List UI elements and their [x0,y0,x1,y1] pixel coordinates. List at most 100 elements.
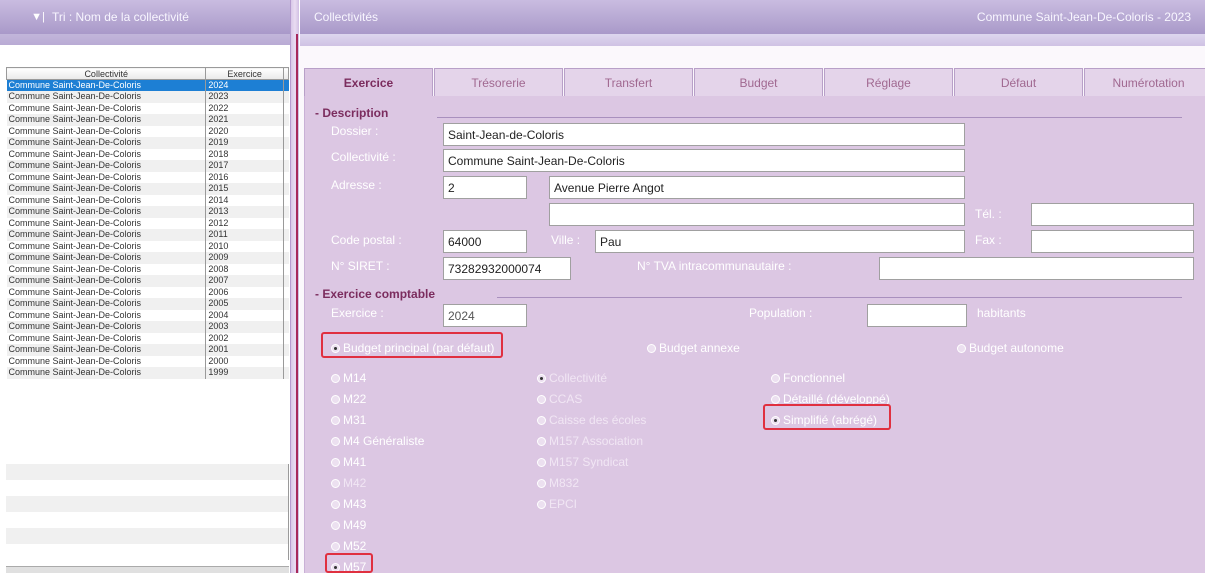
table-row[interactable]: Commune Saint-Jean-De-Coloris 2022 [6,102,289,114]
radio-fonctionnel[interactable]: Fonctionnel [771,371,845,385]
cell-collectivite: Commune Saint-Jean-De-Coloris [6,194,207,206]
cell-exercice: 2020 [205,125,284,137]
table-row[interactable]: Commune Saint-Jean-De-Coloris 2005 [6,298,289,310]
ville-input[interactable]: Pau [595,230,965,253]
table-row[interactable]: Commune Saint-Jean-De-Coloris 2015 [6,183,289,195]
radio-m14[interactable]: M14 [331,371,366,385]
cell-collectivite: Commune Saint-Jean-De-Coloris [6,275,207,287]
divider-accent [296,34,298,573]
adresse-line2-input[interactable] [549,203,965,226]
cell-exercice: 2023 [205,91,284,103]
radio-m52[interactable]: M52 [331,539,366,553]
tab-transfert[interactable]: Transfert [564,68,693,96]
sort-dropdown-icon[interactable]: ▼| [28,7,48,27]
cell-collectivite: Commune Saint-Jean-De-Coloris [6,160,207,172]
tab-reglage[interactable]: Réglage [824,68,953,96]
cell-collectivite: Commune Saint-Jean-De-Coloris [6,91,207,103]
column-header-exercice[interactable]: Exercice [205,67,284,80]
table-row[interactable]: Commune Saint-Jean-De-Coloris 2004 [6,309,289,321]
radio-m157-association[interactable]: M157 Association [537,434,643,448]
table-row[interactable]: Commune Saint-Jean-De-Coloris 2003 [6,321,289,333]
radio-m49[interactable]: M49 [331,518,366,532]
tab-budget[interactable]: Budget [694,68,823,96]
tab-exercice[interactable]: Exercice [304,68,433,96]
table-row[interactable]: Commune Saint-Jean-De-Coloris 2009 [6,252,289,264]
cell-exercice: 2002 [205,332,284,344]
table-row[interactable]: Commune Saint-Jean-De-Coloris 2023 [6,91,289,103]
radio-m832[interactable]: M832 [537,476,579,490]
radio-m42[interactable]: M42 [331,476,366,490]
fax-input[interactable] [1031,230,1194,253]
table-row[interactable]: Commune Saint-Jean-De-Coloris 1999 [6,367,289,379]
cell-exercice: 2022 [205,102,284,114]
table-row[interactable]: Commune Saint-Jean-De-Coloris 2019 [6,137,289,149]
cell-exercice: 2000 [205,355,284,367]
cell-extra [283,160,289,172]
table-row[interactable]: Commune Saint-Jean-De-Coloris 2011 [6,229,289,241]
tel-input[interactable] [1031,203,1194,226]
horizontal-scrollbar[interactable] [6,566,289,573]
tab-tresorerie[interactable]: Trésorerie [434,68,563,96]
radio-m41[interactable]: M41 [331,455,366,469]
cell-extra [283,102,289,114]
table-row[interactable]: Commune Saint-Jean-De-Coloris 2021 [6,114,289,126]
table-row[interactable]: Commune Saint-Jean-De-Coloris 2010 [6,240,289,252]
radio-m31[interactable]: M31 [331,413,366,427]
cell-exercice: 2010 [205,240,284,252]
radio-m4-generaliste[interactable]: M4 Généraliste [331,434,424,448]
table-row[interactable]: Commune Saint-Jean-De-Coloris 2006 [6,286,289,298]
cell-collectivite: Commune Saint-Jean-De-Coloris [6,252,207,264]
tva-input[interactable] [879,257,1194,280]
cell-collectivite: Commune Saint-Jean-De-Coloris [6,137,207,149]
cell-exercice: 2006 [205,286,284,298]
collectivite-input[interactable]: Commune Saint-Jean-De-Coloris [443,149,965,172]
exercice-input[interactable]: 2024 [443,304,527,327]
adresse-num-input[interactable]: 2 [443,176,527,199]
radio-collectivite[interactable]: Collectivité [537,371,607,385]
table-row[interactable]: Commune Saint-Jean-De-Coloris 2000 [6,355,289,367]
table-row[interactable]: Commune Saint-Jean-De-Coloris 2024 [6,79,289,91]
siret-input[interactable]: 73282932000074 [443,257,571,280]
cell-exercice: 2003 [205,321,284,333]
table-row[interactable]: Commune Saint-Jean-De-Coloris 2020 [6,125,289,137]
cell-extra [283,137,289,149]
table-row[interactable]: Commune Saint-Jean-De-Coloris 2016 [6,171,289,183]
adresse-voie-input[interactable]: Avenue Pierre Angot [549,176,965,199]
cell-extra [283,355,289,367]
cell-extra [283,171,289,183]
cell-exercice: 2014 [205,194,284,206]
page-title: Collectivités [314,10,379,24]
radio-epci[interactable]: EPCI [537,497,577,511]
cell-collectivite: Commune Saint-Jean-De-Coloris [6,79,207,91]
section-line [437,117,1182,118]
radio-m22[interactable]: M22 [331,392,366,406]
table-row[interactable]: Commune Saint-Jean-De-Coloris 2014 [6,194,289,206]
radio-m157-syndicat[interactable]: M157 Syndicat [537,455,628,469]
cp-input[interactable]: 64000 [443,230,527,253]
table-row[interactable]: Commune Saint-Jean-De-Coloris 2008 [6,263,289,275]
cell-exercice: 2019 [205,137,284,149]
table-row[interactable]: Commune Saint-Jean-De-Coloris 2007 [6,275,289,287]
tab-numerotation[interactable]: Numérotation [1084,68,1205,96]
column-header-collectivite[interactable]: Collectivité [5,67,207,80]
fax-label: Fax : [975,233,1002,247]
table-row[interactable]: Commune Saint-Jean-De-Coloris 2002 [6,332,289,344]
sort-bar[interactable]: ▼| Tri : Nom de la collectivité [0,0,290,34]
cell-extra [283,275,289,287]
radio-m43[interactable]: M43 [331,497,366,511]
table-row[interactable]: Commune Saint-Jean-De-Coloris 2001 [6,344,289,356]
tab-defaut[interactable]: Défaut [954,68,1083,96]
cell-extra [283,183,289,195]
table-row[interactable]: Commune Saint-Jean-De-Coloris 2018 [6,148,289,160]
cell-exercice: 2011 [205,229,284,241]
radio-budget-annexe[interactable]: Budget annexe [647,341,740,355]
radio-caisse-ecoles[interactable]: Caisse des écoles [537,413,646,427]
radio-budget-autonome[interactable]: Budget autonome [957,341,1064,355]
dossier-label: Dossier : [331,124,379,138]
table-row[interactable]: Commune Saint-Jean-De-Coloris 2013 [6,206,289,218]
table-row[interactable]: Commune Saint-Jean-De-Coloris 2012 [6,217,289,229]
table-row[interactable]: Commune Saint-Jean-De-Coloris 2017 [6,160,289,172]
population-input[interactable] [867,304,967,327]
dossier-input[interactable]: Saint-Jean-de-Coloris [443,123,965,146]
radio-ccas[interactable]: CCAS [537,392,582,406]
